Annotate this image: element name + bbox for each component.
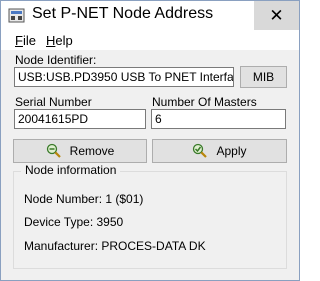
- menu-file[interactable]: File: [15, 33, 36, 48]
- device-type-text: Device Type: 3950: [24, 215, 124, 229]
- node-identifier-input[interactable]: USB:USB.PD3950 USB To PNET Interface: [14, 67, 234, 87]
- node-information-title: Node information: [21, 163, 121, 177]
- apply-button[interactable]: Apply: [152, 139, 287, 163]
- window-title: Set P-NET Node Address: [32, 5, 214, 22]
- title-bar: Set P-NET Node Address ✕: [1, 1, 299, 30]
- serial-number-input[interactable]: 20041615PD: [14, 109, 146, 129]
- close-icon: ✕: [269, 6, 284, 25]
- apply-label: Apply: [216, 144, 247, 158]
- close-button[interactable]: ✕: [254, 1, 299, 30]
- menu-help[interactable]: Help: [46, 33, 73, 48]
- number-of-masters-input[interactable]: 6: [151, 109, 286, 129]
- pnet-node-icon: [8, 8, 25, 23]
- serial-number-label: Serial Number: [15, 95, 92, 109]
- mib-button[interactable]: MIB: [240, 66, 287, 88]
- magnifier-check-icon: [193, 143, 208, 158]
- manufacturer-text: Manufacturer: PROCES-DATA DK: [24, 239, 206, 253]
- remove-button[interactable]: Remove: [13, 139, 147, 163]
- node-number-text: Node Number: 1 ($01): [24, 192, 144, 206]
- remove-label: Remove: [69, 144, 115, 158]
- menu-bar: File Help: [1, 30, 299, 50]
- number-of-masters-label: Number Of Masters: [152, 95, 257, 109]
- node-identifier-label: Node Identifier:: [15, 53, 97, 67]
- magnifier-minus-icon: [46, 143, 61, 158]
- app-window: Set P-NET Node Address ✕ File Help Node …: [0, 0, 300, 281]
